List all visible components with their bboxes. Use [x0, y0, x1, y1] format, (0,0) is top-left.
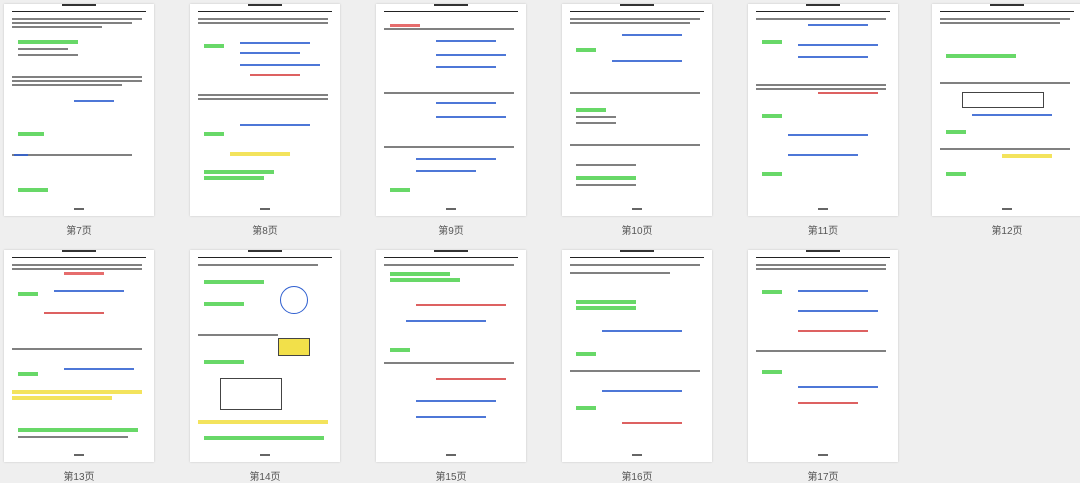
page-label: 第11页 [807, 226, 839, 237]
page-label: 第15页 [435, 472, 467, 483]
page-preview[interactable] [932, 4, 1080, 216]
page-preview[interactable] [562, 4, 712, 216]
page-thumbnail-grid: 第7页 第8页 第9页 第10页 第11页 第12页 第13页 第14页 第15… [0, 0, 1080, 483]
page-preview[interactable] [190, 250, 340, 462]
page-preview[interactable] [748, 250, 898, 462]
page-label: 第7页 [66, 226, 92, 237]
page-preview[interactable] [4, 250, 154, 462]
page-label: 第16页 [621, 472, 653, 483]
page-label: 第17页 [807, 472, 839, 483]
page-preview[interactable] [376, 4, 526, 216]
page-preview[interactable] [562, 250, 712, 462]
page-label: 第12页 [991, 226, 1023, 237]
page-label: 第13页 [63, 472, 95, 483]
page-label: 第10页 [621, 226, 653, 237]
page-preview[interactable] [4, 4, 154, 216]
page-label: 第9页 [438, 226, 464, 237]
page-label: 第14页 [249, 472, 281, 483]
page-preview[interactable] [376, 250, 526, 462]
page-preview[interactable] [748, 4, 898, 216]
page-label: 第8页 [252, 226, 278, 237]
page-preview[interactable] [190, 4, 340, 216]
